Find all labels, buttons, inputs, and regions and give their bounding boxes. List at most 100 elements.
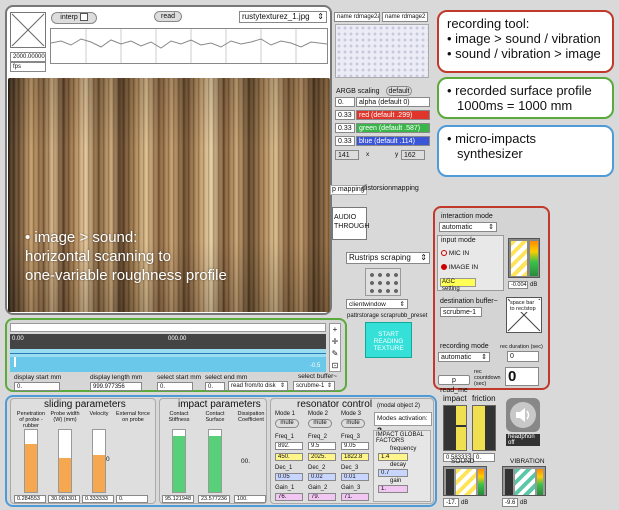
impact-param-value-0[interactable]: 95.121948: [162, 495, 194, 503]
texture-image[interactable]: • image > sound: horizontal scanning to …: [8, 78, 330, 312]
mode-freq-bar-0[interactable]: 892.: [275, 442, 303, 450]
speaker-icon: [510, 402, 536, 428]
x-value[interactable]: 141: [335, 150, 359, 160]
global-gain-value[interactable]: 1.: [378, 485, 408, 493]
mode-dec-value-2[interactable]: 0.01: [341, 473, 369, 481]
vibration-meter[interactable]: [502, 466, 546, 496]
friction-value[interactable]: 0.: [473, 453, 495, 462]
sliding-mid-value: 0: [106, 456, 110, 463]
mode-gain-value-2[interactable]: 71.: [341, 493, 369, 501]
image-in-option[interactable]: IMAGE IN: [441, 264, 478, 272]
mic-in-option[interactable]: MIC IN: [441, 250, 469, 258]
y-value[interactable]: 162: [401, 150, 425, 160]
radio-mic[interactable]: [441, 250, 447, 257]
impact-param-value-2[interactable]: 100.: [234, 495, 266, 503]
playhead[interactable]: [14, 357, 16, 367]
image-placeholder[interactable]: [10, 12, 46, 48]
x-label: x: [366, 151, 370, 158]
radio-image[interactable]: [441, 264, 447, 271]
argb-value-2[interactable]: 0.33: [335, 123, 355, 133]
input-db-value[interactable]: -0.004: [508, 281, 528, 289]
rec-duration-value[interactable]: 0: [507, 351, 539, 362]
start-reading-button[interactable]: START READING TEXTURE: [365, 322, 412, 358]
impact-slider-0[interactable]: [172, 429, 186, 493]
impact-param-label-2: Dissipation Coefficient: [237, 411, 265, 423]
mode-freq-value-1[interactable]: 2025.: [308, 453, 336, 461]
zoom-in-icon[interactable]: +: [330, 324, 340, 336]
argb-default-button[interactable]: default: [386, 86, 412, 96]
sliding-param-value-2[interactable]: 0.333333: [82, 495, 114, 503]
mode-freq-bar-1[interactable]: 9.5: [308, 442, 336, 450]
destination-select[interactable]: scrubme-1⇕: [440, 307, 482, 317]
rate-unit: fps: [10, 62, 46, 72]
sliding-slider-1[interactable]: [58, 429, 72, 493]
headphone-toggle[interactable]: headphon off: [506, 434, 540, 446]
mode-gain-value-0[interactable]: 76.: [275, 493, 303, 501]
waveform-scroll[interactable]: [10, 323, 326, 332]
image-overlay-text: • image > sound: horizontal scanning to …: [25, 228, 227, 285]
zoom-controls[interactable]: + ✛ ✎ ⊡: [329, 323, 341, 372]
mapping-mode-2[interactable]: distorsionmapping: [362, 185, 419, 193]
friction-slider[interactable]: [472, 405, 496, 451]
modes-activation[interactable]: Modes activation: 3: [374, 412, 432, 436]
select-buffer-select[interactable]: scrubme-1 ⇕: [293, 381, 335, 391]
vibration-db-value[interactable]: -9.6: [502, 498, 518, 507]
record-toggle[interactable]: space bar to rec/stop: [506, 297, 542, 333]
argb-value-1[interactable]: 0.33: [335, 110, 355, 120]
select-icon[interactable]: ⊡: [330, 360, 340, 372]
rate-value[interactable]: 2000.00000: [10, 52, 46, 62]
interp-button[interactable]: interp: [51, 12, 97, 24]
select-end-value[interactable]: 0.: [205, 382, 225, 391]
recording-mode-value: automatic: [441, 354, 472, 361]
select-buffer-label: select buffer~: [298, 373, 338, 380]
countdown-value[interactable]: 0: [505, 367, 539, 386]
interp-checkbox[interactable]: [79, 13, 88, 22]
sound-meter[interactable]: [443, 466, 487, 496]
mode-mute-button-1[interactable]: mute: [308, 419, 332, 428]
argb-title: ARGB scaling: [336, 88, 380, 95]
argb-value-0[interactable]: 0.: [335, 97, 355, 107]
global-freq-value[interactable]: 1.4: [378, 453, 408, 461]
mode-freq-value-2[interactable]: 1822.8: [341, 453, 369, 461]
display-start-value[interactable]: 0.: [14, 382, 60, 391]
speaker-button[interactable]: [506, 398, 540, 432]
read-mode-select[interactable]: read from/to disk ⇕: [228, 381, 288, 391]
recording-mode-select[interactable]: automatic ⇕: [438, 352, 490, 362]
global-decay-value[interactable]: 0.7: [378, 469, 408, 477]
read-me-button[interactable]: p read_me: [438, 375, 470, 394]
sliding-param-value-1[interactable]: 30.081301: [48, 495, 80, 503]
matrix-grid[interactable]: [335, 24, 429, 78]
waveform-display[interactable]: 0.00 000.00 -0.5: [10, 334, 326, 372]
file-select[interactable]: rustytexturez_1.jpg ⇕: [239, 11, 327, 23]
recording-mode-label: recording mode: [440, 343, 489, 350]
mode-gain-value-1[interactable]: 79.: [308, 493, 336, 501]
mode-mute-button-2[interactable]: mute: [341, 419, 365, 428]
impact-param-value-1[interactable]: 23.577236: [198, 495, 230, 503]
sound-db-value[interactable]: -17.: [443, 498, 459, 507]
preset-grid[interactable]: [365, 268, 401, 296]
sliding-param-label-0: Penetration of probe - rubber: [16, 411, 46, 429]
impact-slider-1[interactable]: [208, 429, 222, 493]
mode-freq-bar-2[interactable]: 9.05: [341, 442, 369, 450]
display-length-value[interactable]: 999.977356: [90, 382, 142, 391]
interaction-mode-select[interactable]: automatic ⇕: [439, 222, 497, 232]
argb-value-3[interactable]: 0.33: [335, 136, 355, 146]
plus-icon[interactable]: ✛: [330, 336, 340, 348]
mode-mute-button-0[interactable]: mute: [275, 419, 299, 428]
client-window-select[interactable]: clientwindow ⇕: [346, 299, 408, 309]
sliding-slider-2[interactable]: [92, 429, 106, 493]
mode-dec-value-1[interactable]: 0.02: [308, 473, 336, 481]
sliding-slider-0[interactable]: [24, 429, 38, 493]
impact-slider[interactable]: [443, 405, 467, 451]
mode-freq-value-0[interactable]: 450.: [275, 453, 303, 461]
audio-through-button[interactable]: AUDIO THROUGH: [332, 207, 369, 240]
scraping-select[interactable]: Rustrips scraping ⇕: [346, 252, 430, 264]
sliding-param-value-3[interactable]: 0.: [116, 495, 148, 503]
edit-icon[interactable]: ✎: [330, 348, 340, 360]
sliding-param-value-0[interactable]: 0.284553: [14, 495, 46, 503]
agc-setting-button[interactable]: AGC setting: [440, 278, 476, 292]
read-button[interactable]: read: [154, 11, 182, 22]
friction-label: friction: [472, 394, 496, 403]
mode-dec-value-0[interactable]: 0.05: [275, 473, 303, 481]
select-start-value[interactable]: 0.: [157, 382, 193, 391]
